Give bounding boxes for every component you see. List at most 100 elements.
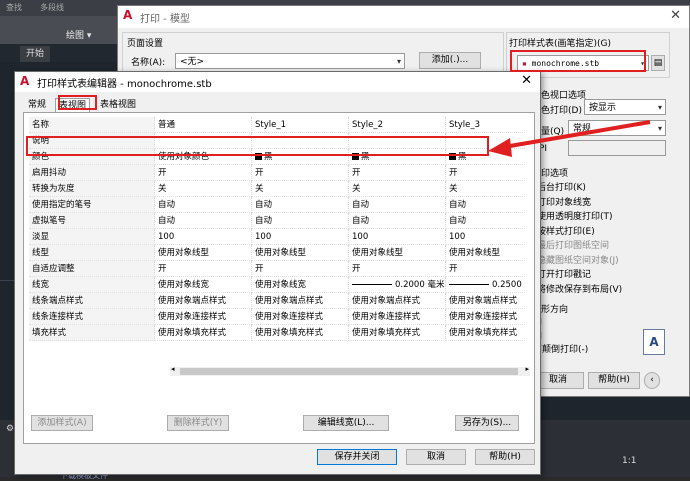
horizontal-scrollbar[interactable]: ◂ ▸ bbox=[170, 365, 530, 376]
cell-value: 自动 bbox=[158, 216, 176, 226]
annotation-scale[interactable]: 1:1 bbox=[622, 456, 636, 466]
tab-start[interactable]: 开始 bbox=[20, 46, 51, 62]
annotation-arrow-icon bbox=[488, 120, 651, 157]
property-value-cell[interactable]: 自动 bbox=[155, 213, 252, 229]
property-value-cell[interactable]: Style_1 bbox=[252, 117, 349, 133]
option-paperspace-last[interactable]: 最后打印图纸空间 bbox=[524, 238, 674, 253]
shade-plot-select[interactable]: 按显示 ▾ bbox=[584, 99, 666, 115]
property-value-cell[interactable]: 普通 bbox=[155, 117, 252, 133]
delete-style-button[interactable]: 删除样式(Y) bbox=[167, 415, 229, 431]
settings-icon[interactable]: ⚙ bbox=[6, 424, 14, 434]
property-value-cell[interactable]: 使用对象填充样式 bbox=[349, 325, 446, 341]
property-value-cell[interactable]: 使用对象连接样式 bbox=[446, 309, 526, 325]
property-value-cell[interactable]: 使用对象连接样式 bbox=[349, 309, 446, 325]
orientation-upside-down[interactable]: 上下颠倒打印(-) bbox=[524, 342, 644, 356]
property-value-cell[interactable]: 使用对象线型 bbox=[349, 245, 446, 261]
property-value-cell[interactable]: 关 bbox=[155, 181, 252, 197]
property-value-cell[interactable]: 开 bbox=[252, 261, 349, 277]
save-as-button[interactable]: 另存为(S)... bbox=[455, 415, 519, 431]
option-plot-with-styles[interactable]: 按样式打印(E) bbox=[524, 224, 674, 239]
scroll-left-icon[interactable]: ◂ bbox=[171, 365, 175, 373]
edit-plot-style-button[interactable]: ▤ bbox=[651, 55, 665, 71]
cell-value: 自动 bbox=[255, 216, 273, 226]
add-page-setup-button[interactable]: 添加(.)... bbox=[419, 52, 481, 69]
cad-menu-item[interactable]: 查找 bbox=[6, 2, 22, 13]
page-setup-label: 页面设置 bbox=[127, 39, 164, 49]
property-value-cell[interactable]: 使用对象连接样式 bbox=[252, 309, 349, 325]
orientation-portrait[interactable]: 纵向 bbox=[524, 314, 644, 328]
property-value-cell[interactable]: 关 bbox=[349, 181, 446, 197]
collapse-icon[interactable]: ‹ bbox=[644, 372, 660, 389]
cell-value: 自动 bbox=[158, 200, 176, 210]
property-value-cell[interactable]: 使用对象端点样式 bbox=[349, 293, 446, 309]
option-plot-transparency[interactable]: 使用透明度打印(T) bbox=[524, 209, 674, 224]
option-save-changes[interactable]: 将修改保存到布局(V) bbox=[524, 282, 674, 297]
property-value-cell[interactable]: 自动 bbox=[349, 213, 446, 229]
property-value-cell[interactable]: 使用对象线型 bbox=[446, 245, 526, 261]
property-value-cell[interactable]: 使用对象填充样式 bbox=[446, 325, 526, 341]
property-value-cell[interactable]: 使用对象端点样式 bbox=[446, 293, 526, 309]
option-background-plot[interactable]: 后台打印(K) bbox=[524, 180, 674, 195]
property-value-cell[interactable]: 开 bbox=[155, 165, 252, 181]
property-value-cell[interactable]: 使用对象填充样式 bbox=[155, 325, 252, 341]
cell-value: 使用对象端点样式 bbox=[449, 296, 518, 306]
property-value-cell[interactable]: 自动 bbox=[252, 213, 349, 229]
property-value-cell[interactable]: 开 bbox=[446, 261, 526, 277]
property-value-cell[interactable]: 使用对象连接样式 bbox=[155, 309, 252, 325]
property-value-cell[interactable]: 关 bbox=[252, 181, 349, 197]
property-value-cell[interactable]: 100 bbox=[155, 229, 252, 245]
tab-general[interactable]: 常规 bbox=[25, 98, 49, 112]
edit-lineweights-button[interactable]: 编辑线宽(L)... bbox=[303, 415, 389, 431]
property-value-cell[interactable]: 100 bbox=[349, 229, 446, 245]
property-value-cell[interactable]: 0.2000 毫米 bbox=[349, 277, 446, 293]
ribbon-group-draw[interactable]: 绘图 ▾ bbox=[66, 28, 91, 41]
add-style-button[interactable]: 添加样式(A) bbox=[31, 415, 93, 431]
plot-style-editor-dialog: A 打印样式表编辑器 - monochrome.stb ✕ 常规 表视图 表格视… bbox=[14, 71, 541, 475]
property-value-cell[interactable]: 使用对象填充样式 bbox=[252, 325, 349, 341]
cell-value: 开 bbox=[352, 264, 361, 274]
cell-value: 0.2500 bbox=[492, 280, 522, 290]
property-value-cell[interactable]: 使用对象线型 bbox=[155, 245, 252, 261]
property-value-cell[interactable]: 自动 bbox=[349, 197, 446, 213]
tab-form-view[interactable]: 表格视图 bbox=[97, 98, 139, 112]
page-setup-name-select[interactable]: <无> ▾ bbox=[175, 53, 405, 69]
property-value-cell[interactable]: 使用对象线宽 bbox=[252, 277, 349, 293]
property-value-cell[interactable]: 100 bbox=[252, 229, 349, 245]
orientation-landscape[interactable]: 横向 bbox=[524, 328, 644, 342]
property-value-cell[interactable]: 使用对象线宽 bbox=[155, 277, 252, 293]
property-value-cell[interactable]: 自动 bbox=[446, 213, 526, 229]
save-and-close-button[interactable]: 保存并关闭 bbox=[317, 449, 397, 465]
property-value-cell[interactable]: 100 bbox=[446, 229, 526, 245]
cell-value: Style_2 bbox=[352, 120, 384, 130]
editor-help-button[interactable]: 帮助(H) bbox=[475, 449, 535, 465]
property-value-cell[interactable]: Style_2 bbox=[349, 117, 446, 133]
property-value-cell[interactable]: 使用对象端点样式 bbox=[155, 293, 252, 309]
property-label: 虚拟笔号 bbox=[29, 213, 155, 229]
option-plot-lineweights[interactable]: 打印对象线宽 bbox=[524, 195, 674, 210]
property-value-cell[interactable]: 开 bbox=[155, 261, 252, 277]
close-icon[interactable]: ✕ bbox=[521, 73, 532, 88]
property-value-cell[interactable]: 开 bbox=[349, 165, 446, 181]
property-value-cell[interactable]: 自动 bbox=[252, 197, 349, 213]
close-icon[interactable]: ✕ bbox=[670, 8, 681, 23]
editor-title: 打印样式表编辑器 - monochrome.stb bbox=[37, 79, 212, 90]
property-value-cell[interactable]: 使用对象端点样式 bbox=[252, 293, 349, 309]
property-value-cell[interactable]: 开 bbox=[252, 165, 349, 181]
property-value-cell[interactable]: 自动 bbox=[155, 197, 252, 213]
option-plot-stamp[interactable]: 打开打印戳记 bbox=[524, 267, 674, 282]
print-help-button[interactable]: 帮助(H) bbox=[588, 372, 640, 389]
property-value-cell[interactable]: 开 bbox=[349, 261, 446, 277]
property-value-cell[interactable]: 关 bbox=[446, 181, 526, 197]
cad-menu-item[interactable]: 多段线 bbox=[40, 2, 64, 13]
cell-value: 开 bbox=[158, 168, 167, 178]
option-hide-paperspace[interactable]: 隐藏图纸空间对象(J) bbox=[524, 253, 674, 268]
property-label: 线型 bbox=[29, 245, 155, 261]
editor-cancel-button[interactable]: 取消 bbox=[406, 449, 466, 465]
property-value-cell[interactable]: 0.2500 bbox=[446, 277, 526, 293]
scrollbar-thumb[interactable] bbox=[180, 368, 518, 375]
property-value-cell[interactable]: 自动 bbox=[446, 197, 526, 213]
scroll-right-icon[interactable]: ▸ bbox=[525, 365, 529, 373]
property-label: 启用抖动 bbox=[29, 165, 155, 181]
property-value-cell[interactable]: 使用对象线型 bbox=[252, 245, 349, 261]
cell-value: 自动 bbox=[352, 216, 370, 226]
